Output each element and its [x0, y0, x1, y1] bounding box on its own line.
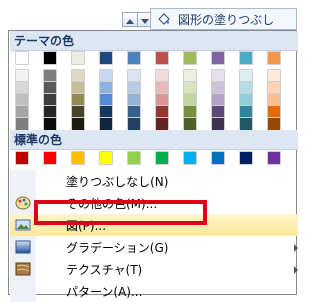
- highlight-annotation-box: [34, 200, 207, 225]
- icon-column: [10, 258, 36, 280]
- standard-colors-title: 標準の色: [14, 133, 63, 147]
- menu-item-label: テクスチャ(T): [66, 263, 143, 277]
- theme-colors-header: テーマの色: [10, 31, 298, 51]
- theme-color-swatch[interactable]: [211, 117, 225, 131]
- theme-colors-title: テーマの色: [14, 34, 75, 48]
- color-palette-icon: [15, 196, 31, 210]
- standard-color-swatch[interactable]: [155, 151, 169, 165]
- theme-color-swatch[interactable]: [155, 51, 169, 65]
- theme-color-swatch[interactable]: [127, 117, 141, 131]
- gradient-icon: [15, 240, 31, 254]
- icon-column: [10, 170, 36, 192]
- theme-color-swatch[interactable]: [43, 51, 57, 65]
- theme-color-swatch[interactable]: [15, 117, 29, 131]
- theme-color-swatch[interactable]: [71, 117, 85, 131]
- fill-color-menu: テーマの色 標準の色 塗りつぶしなし(N) その他の色(M)... 図(P)..…: [8, 30, 298, 302]
- submenu-arrow-icon: [294, 244, 298, 252]
- theme-color-swatch[interactable]: [183, 117, 197, 131]
- icon-column: [10, 192, 36, 214]
- menu-item-label: 塗りつぶしなし(N): [66, 175, 169, 189]
- theme-color-swatch[interactable]: [267, 117, 281, 131]
- scroll-up-button[interactable]: [122, 12, 138, 27]
- theme-color-swatch[interactable]: [43, 117, 57, 131]
- theme-color-swatch[interactable]: [267, 51, 281, 65]
- icon-column: [10, 280, 36, 302]
- theme-color-swatch[interactable]: [239, 51, 253, 65]
- menu-item-pattern[interactable]: パターン(A)...: [10, 280, 298, 302]
- theme-color-swatch[interactable]: [127, 51, 141, 65]
- icon-column: [10, 236, 36, 258]
- standard-color-swatch[interactable]: [183, 151, 197, 165]
- standard-color-swatch[interactable]: [267, 151, 281, 165]
- menu-item-label: グラデーション(G): [66, 241, 169, 255]
- standard-color-swatch[interactable]: [99, 151, 113, 165]
- standard-colors-header: 標準の色: [10, 130, 298, 150]
- theme-color-swatch[interactable]: [239, 117, 253, 131]
- standard-color-swatch[interactable]: [15, 151, 29, 165]
- standard-color-swatch[interactable]: [71, 151, 85, 165]
- submenu-arrow-icon: [294, 266, 298, 274]
- standard-color-swatch[interactable]: [127, 151, 141, 165]
- theme-color-swatch[interactable]: [183, 51, 197, 65]
- menu-item-texture[interactable]: テクスチャ(T): [10, 258, 298, 280]
- theme-color-swatch[interactable]: [71, 51, 85, 65]
- picture-icon: [15, 219, 31, 231]
- standard-color-swatch[interactable]: [43, 151, 57, 165]
- texture-icon: [15, 262, 31, 276]
- theme-color-swatch[interactable]: [15, 51, 29, 65]
- menu-item-gradient[interactable]: グラデーション(G): [10, 236, 298, 258]
- menu-item-label: パターン(A)...: [66, 285, 143, 299]
- triangle-up-icon: [126, 19, 134, 24]
- ribbon-toolbar: 図形の塗りつぶし: [0, 0, 297, 30]
- icon-column: [10, 214, 36, 236]
- theme-color-swatch[interactable]: [99, 117, 113, 131]
- theme-color-swatch[interactable]: [155, 117, 169, 131]
- menu-item-no-fill[interactable]: 塗りつぶしなし(N): [10, 170, 298, 192]
- theme-color-swatch[interactable]: [211, 51, 225, 65]
- theme-color-swatch[interactable]: [99, 51, 113, 65]
- shape-fill-button[interactable]: 図形の塗りつぶし: [150, 8, 297, 30]
- standard-color-swatch[interactable]: [239, 151, 253, 165]
- standard-color-swatch[interactable]: [211, 151, 225, 165]
- shape-fill-label: 図形の塗りつぶし: [178, 13, 275, 27]
- paint-bucket-icon: [158, 13, 170, 25]
